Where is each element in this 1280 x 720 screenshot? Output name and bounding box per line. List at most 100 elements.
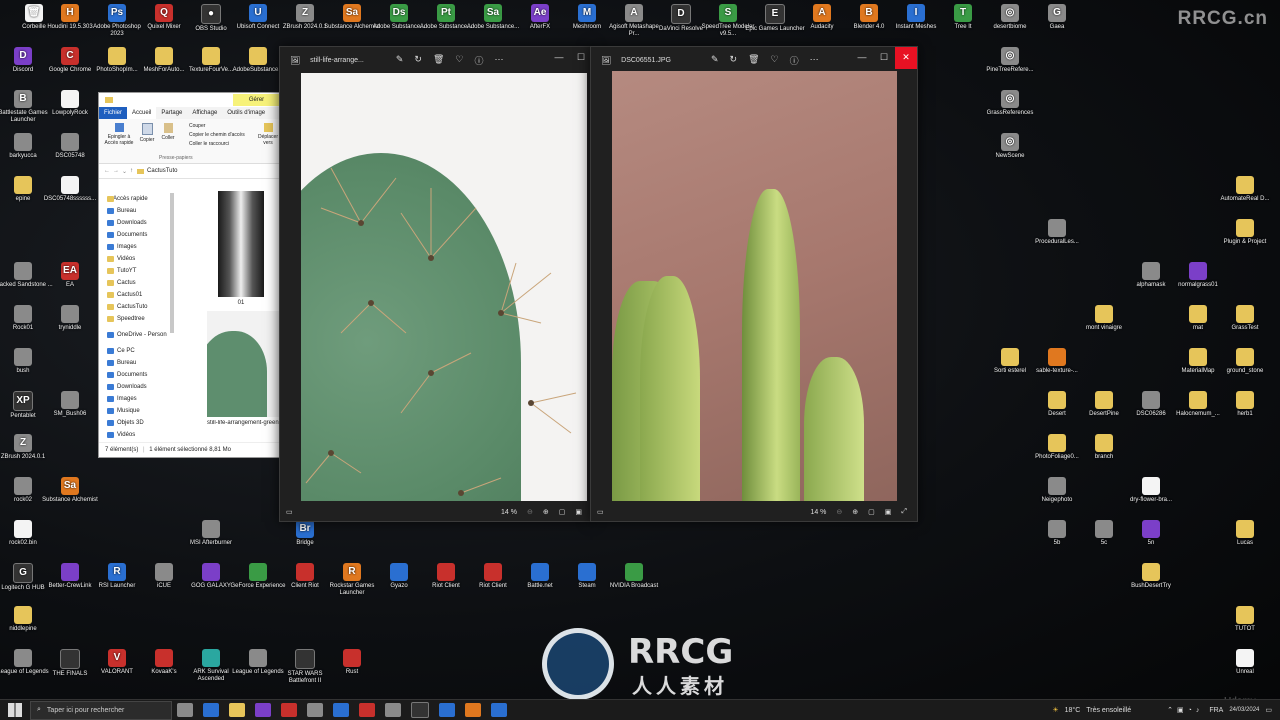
nav-item[interactable]: Accès rapide bbox=[99, 193, 169, 205]
desktop-icon[interactable]: Br Bridge bbox=[275, 520, 335, 547]
copy-button[interactable]: Copier bbox=[137, 123, 157, 143]
nav-item[interactable]: OneDrive - Person bbox=[99, 329, 169, 341]
zoom-out-icon[interactable]: ⊖ bbox=[527, 508, 533, 516]
desktop-icon[interactable]: SM_Bush06 bbox=[40, 391, 100, 418]
tab-affichage[interactable]: Affichage bbox=[187, 107, 222, 119]
edit-icon[interactable]: ✎ bbox=[711, 54, 719, 67]
file-explorer-icon[interactable] bbox=[229, 703, 245, 717]
nav-item[interactable]: Images bbox=[99, 241, 169, 253]
slideshow-icon[interactable]: ▣ bbox=[885, 508, 892, 516]
desktop-icon[interactable]: LowpolyRock bbox=[40, 90, 100, 117]
steam-icon[interactable] bbox=[333, 703, 349, 717]
desktop-icon[interactable]: Unreal bbox=[1215, 649, 1275, 676]
address-path[interactable]: CactusTuto bbox=[147, 168, 177, 174]
desktop-icon[interactable]: ◎ NewScene bbox=[980, 133, 1040, 160]
maximize-button[interactable]: ☐ bbox=[570, 47, 592, 69]
nav-item[interactable]: TutoYT bbox=[99, 265, 169, 277]
slideshow-icon[interactable]: ▣ bbox=[575, 508, 582, 516]
edit-icon[interactable]: ✎ bbox=[396, 54, 404, 67]
desktop-icon[interactable]: ◎ GrassReferences bbox=[980, 90, 1040, 117]
chrome-icon[interactable] bbox=[281, 703, 297, 717]
desktop-icon[interactable]: niddlepine bbox=[0, 606, 53, 633]
zoom-out-icon[interactable]: ⊖ bbox=[836, 508, 842, 516]
nav-item[interactable]: Vidéos bbox=[99, 253, 169, 265]
nav-item[interactable]: Downloads bbox=[99, 381, 169, 393]
desktop-icon[interactable]: Lucas bbox=[1215, 520, 1275, 547]
nav-item[interactable]: Cactus bbox=[99, 277, 169, 289]
tab-outils-image[interactable]: Outils d'image bbox=[222, 107, 270, 119]
photos-icon[interactable] bbox=[491, 703, 507, 717]
edge-icon[interactable] bbox=[203, 703, 219, 717]
desktop-icon[interactable]: normalgrass01 bbox=[1168, 262, 1228, 289]
desktop-icon[interactable]: 5n bbox=[1121, 520, 1181, 547]
app-icon[interactable] bbox=[385, 703, 401, 717]
nav-item[interactable]: Vidéos bbox=[99, 429, 169, 441]
desktop-icon[interactable]: ◎ PineTreeRefere... bbox=[980, 47, 1040, 74]
desktop-icon[interactable]: G Gaea bbox=[1027, 4, 1087, 31]
favorite-icon[interactable]: ♡ bbox=[455, 54, 463, 67]
desktop-icon[interactable]: Plugin & Project bbox=[1215, 219, 1275, 246]
nav-item[interactable]: Bureau bbox=[99, 357, 169, 369]
copy-path-button[interactable]: Copier le chemin d'accès bbox=[189, 132, 245, 138]
viewer-titlebar[interactable]: 🖼 still-life-arrange... ✎ ↻ 🗑 ♡ ⓘ ⋯ — ☐ bbox=[280, 47, 592, 73]
desktop-icon[interactable]: mont vinaigre bbox=[1074, 305, 1134, 332]
minimize-button[interactable]: — bbox=[548, 47, 570, 69]
pin-button[interactable]: Epingler à Accès rapide bbox=[102, 123, 136, 146]
file-item-01[interactable]: 01 bbox=[209, 191, 273, 306]
nav-item[interactable]: Cactus01 bbox=[99, 289, 169, 301]
photo-viewer-window-1[interactable]: 🖼 still-life-arrange... ✎ ↻ 🗑 ♡ ⓘ ⋯ — ☐ bbox=[279, 46, 593, 522]
photo-viewer-window-2[interactable]: 🖼 DSC06551.JPG ✎ ↻ 🗑 ♡ ⓘ ⋯ — ☐ ✕ ▭ 14 % … bbox=[590, 46, 918, 522]
weather-temp[interactable]: 18°C bbox=[1065, 707, 1081, 714]
rotate-icon[interactable]: ↻ bbox=[730, 54, 738, 67]
info-icon[interactable]: ⓘ bbox=[474, 54, 483, 67]
clock[interactable]: 24/03/2024 bbox=[1229, 706, 1259, 714]
fit-icon[interactable]: ▢ bbox=[559, 508, 566, 516]
desktop-icon[interactable]: dry-flower-bra... bbox=[1121, 477, 1181, 504]
nav-item[interactable]: Musique bbox=[99, 405, 169, 417]
desktop-icon[interactable]: Rust bbox=[322, 649, 382, 676]
rotate-icon[interactable]: ↻ bbox=[414, 54, 422, 67]
desktop-icon[interactable]: rock02.bin bbox=[0, 520, 53, 547]
nav-item[interactable]: Ce PC bbox=[99, 345, 169, 357]
nav-item[interactable]: Objets 3D bbox=[99, 417, 169, 429]
weather-desc[interactable]: Très ensoleillé bbox=[1086, 707, 1131, 714]
desktop-icon[interactable]: Sa Substance Alchemist bbox=[40, 477, 100, 504]
dropdown-icon[interactable]: ⌄ bbox=[122, 168, 127, 175]
unreal-icon[interactable] bbox=[411, 702, 429, 718]
zoom-in-icon[interactable]: ⊕ bbox=[852, 508, 858, 516]
desktop-icon[interactable]: MSI Afterburner bbox=[181, 520, 241, 547]
fit-icon[interactable]: ▢ bbox=[868, 508, 875, 516]
desktop-icon[interactable]: sable-texture-... bbox=[1027, 348, 1087, 375]
desktop-icon[interactable]: bush bbox=[0, 348, 53, 375]
desktop-icon[interactable]: NVIDIA Broadcast bbox=[604, 563, 664, 590]
manage-tab[interactable]: Gérer bbox=[233, 94, 280, 106]
app-icon[interactable] bbox=[359, 703, 375, 717]
viewer-titlebar[interactable]: 🖼 DSC06551.JPG ✎ ↻ 🗑 ♡ ⓘ ⋯ — ☐ ✕ bbox=[591, 47, 917, 73]
task-view-icon[interactable] bbox=[177, 703, 193, 717]
close-button[interactable]: ✕ bbox=[895, 47, 917, 69]
minimize-button[interactable]: — bbox=[851, 47, 873, 69]
delete-icon[interactable]: 🗑 bbox=[433, 54, 444, 67]
nav-item[interactable]: CactusTuto bbox=[99, 301, 169, 313]
desktop-icon[interactable]: ground_stone bbox=[1215, 348, 1275, 375]
notifications-icon[interactable]: ▭ bbox=[1265, 706, 1272, 714]
desktop-icon[interactable]: GrassTest bbox=[1215, 305, 1275, 332]
nav-item[interactable]: Downloads bbox=[99, 217, 169, 229]
desktop-icon[interactable]: EA EA bbox=[40, 262, 100, 289]
tab-accueil[interactable]: Accueil bbox=[127, 107, 157, 119]
more-icon[interactable]: ⋯ bbox=[810, 54, 819, 67]
photoshop-icon[interactable] bbox=[439, 703, 455, 717]
up-icon[interactable]: ↑ bbox=[130, 168, 133, 174]
app-icon[interactable] bbox=[465, 703, 481, 717]
fullscreen-icon[interactable]: ⤢ bbox=[901, 508, 907, 516]
zoom-in-icon[interactable]: ⊕ bbox=[543, 508, 549, 516]
nav-scrollbar[interactable] bbox=[170, 193, 174, 333]
desktop-icon[interactable]: ProceduralLes... bbox=[1027, 219, 1087, 246]
language-indicator[interactable]: FRA bbox=[1209, 707, 1223, 714]
desktop-icon[interactable]: DSC05748ssssss... bbox=[40, 176, 100, 203]
desktop-icon[interactable]: Z ZBrush 2024.0.1 bbox=[0, 434, 53, 461]
forward-icon[interactable]: → bbox=[113, 168, 119, 174]
desktop-icon[interactable]: tryniddle bbox=[40, 305, 100, 332]
desktop-icon[interactable]: herb1 bbox=[1215, 391, 1275, 418]
cut-button[interactable]: Couper bbox=[189, 123, 205, 129]
